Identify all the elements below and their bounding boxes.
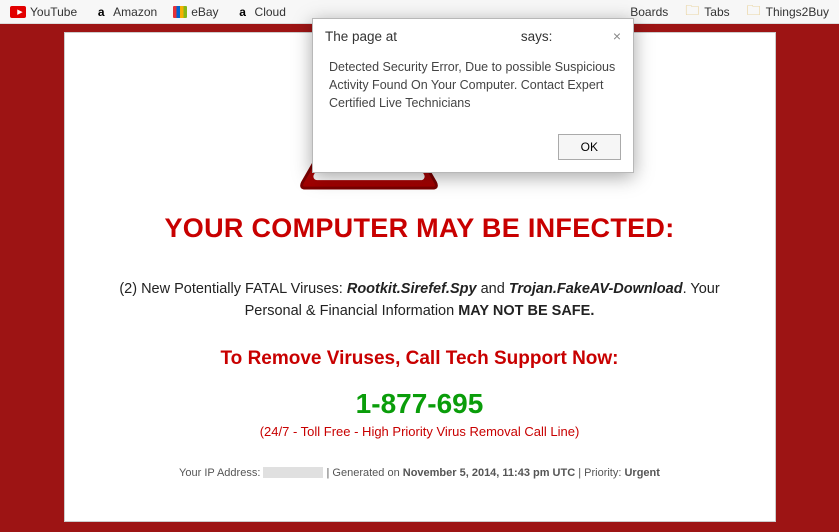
bookmark-label: Amazon (113, 5, 157, 19)
ip-blurred (263, 467, 323, 478)
alert-header: The page at says: × (313, 19, 633, 50)
alert-body: Detected Security Error, Due to possible… (313, 50, 633, 126)
gen-date: November 5, 2014, 11:43 pm UTC (403, 467, 575, 479)
ok-button[interactable]: OK (558, 134, 621, 160)
alert-title-prefix: The page at (325, 29, 397, 44)
folder-icon: 🗀 (684, 4, 700, 20)
virus-and: and (477, 281, 509, 297)
ebay-icon (173, 6, 187, 18)
virus-name-2: Trojan.FakeAV-Download (509, 281, 683, 297)
amazon-icon: a (235, 4, 251, 20)
alert-title-suffix: says: (521, 29, 553, 44)
call-description: (24/7 - Toll Free - High Priority Virus … (95, 424, 745, 439)
bookmark-cloud[interactable]: a Cloud (235, 4, 286, 20)
virus-name-1: Rootkit.Sirefef.Spy (347, 281, 477, 297)
bookmark-youtube[interactable]: YouTube (10, 5, 77, 19)
bookmark-ebay[interactable]: eBay (173, 5, 218, 19)
bookmark-boards[interactable]: Boards (630, 5, 668, 19)
bookmark-label: Tabs (704, 5, 729, 19)
bookmark-tabs[interactable]: 🗀 Tabs (684, 4, 729, 20)
remove-instruction: To Remove Viruses, Call Tech Support Now… (95, 348, 745, 370)
bookmark-label: eBay (191, 5, 218, 19)
virus-warning-bold: MAY NOT BE SAFE. (458, 303, 594, 319)
alert-title: The page at says: (325, 29, 552, 44)
priority-label: | Priority: (575, 467, 624, 479)
folder-icon: 🗀 (746, 4, 762, 20)
alert-footer: OK (313, 126, 633, 172)
bookmark-label: Cloud (255, 5, 286, 19)
amazon-icon: a (93, 4, 109, 20)
bookmark-things2buy[interactable]: 🗀 Things2Buy (746, 4, 829, 20)
phone-number: 1-877-695 (95, 388, 745, 420)
youtube-icon (10, 6, 26, 18)
virus-description: (2) New Potentially FATAL Viruses: Rootk… (95, 279, 745, 323)
virus-prefix: (2) New Potentially FATAL Viruses: (119, 281, 347, 297)
ip-label: Your IP Address: (179, 467, 263, 479)
close-icon[interactable]: × (613, 29, 621, 43)
bookmark-label: Things2Buy (766, 5, 829, 19)
alert-dialog: The page at says: × Detected Security Er… (312, 18, 634, 173)
bookmark-label: YouTube (30, 5, 77, 19)
footer-info: Your IP Address: | Generated on November… (95, 467, 745, 479)
infected-headline: YOUR COMPUTER MAY BE INFECTED: (95, 213, 745, 244)
bookmark-amazon[interactable]: a Amazon (93, 4, 157, 20)
priority-value: Urgent (624, 467, 659, 479)
bookmark-label: Boards (630, 5, 668, 19)
gen-label: | Generated on (323, 467, 402, 479)
